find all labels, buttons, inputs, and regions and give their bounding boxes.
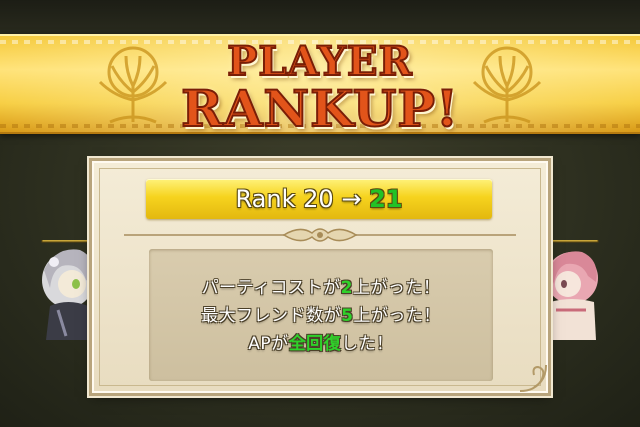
top-background-strip bbox=[0, 0, 640, 36]
rank-arrow: → bbox=[341, 185, 362, 213]
rankup-rewards-box: パーティコストが2上がった！ 最大フレンド数が5上がった！ APが全回復した！ bbox=[149, 249, 493, 381]
reward-text: 上がった！ bbox=[353, 306, 441, 326]
title-player: PLAYER bbox=[226, 38, 413, 85]
rankup-result-panel[interactable]: Rank 20 → 21 パーティコストが2上がった！ 最大フレンド数が5上がっ… bbox=[89, 158, 551, 396]
reward-value: 2 bbox=[340, 278, 353, 298]
reward-text: 上がった！ bbox=[352, 278, 441, 298]
ornament-divider-icon bbox=[124, 228, 516, 242]
reward-value: 5 bbox=[341, 306, 354, 326]
reward-text: した！ bbox=[341, 334, 394, 354]
reward-party-cost: パーティコストが2上がった！ bbox=[149, 273, 493, 298]
reward-text: 最大フレンド数が bbox=[201, 306, 342, 326]
rank-old-value: 20 bbox=[303, 185, 334, 213]
rank-new-value: 21 bbox=[369, 185, 403, 213]
rank-change-bar: Rank 20 → 21 bbox=[146, 179, 492, 219]
banner-title: PLAYER RANKUP! bbox=[0, 36, 640, 138]
corner-flourish-icon bbox=[519, 364, 547, 392]
title-rankup: RANKUP! bbox=[180, 79, 459, 138]
reward-text: APが bbox=[248, 334, 289, 354]
reward-text: パーティコストが bbox=[201, 278, 341, 298]
reward-value: 全回復 bbox=[288, 334, 342, 354]
rank-label: Rank bbox=[235, 185, 296, 213]
reward-friend-count: 最大フレンド数が5上がった！ bbox=[149, 301, 493, 326]
reward-ap-recovery: APが全回復した！ bbox=[149, 329, 493, 354]
